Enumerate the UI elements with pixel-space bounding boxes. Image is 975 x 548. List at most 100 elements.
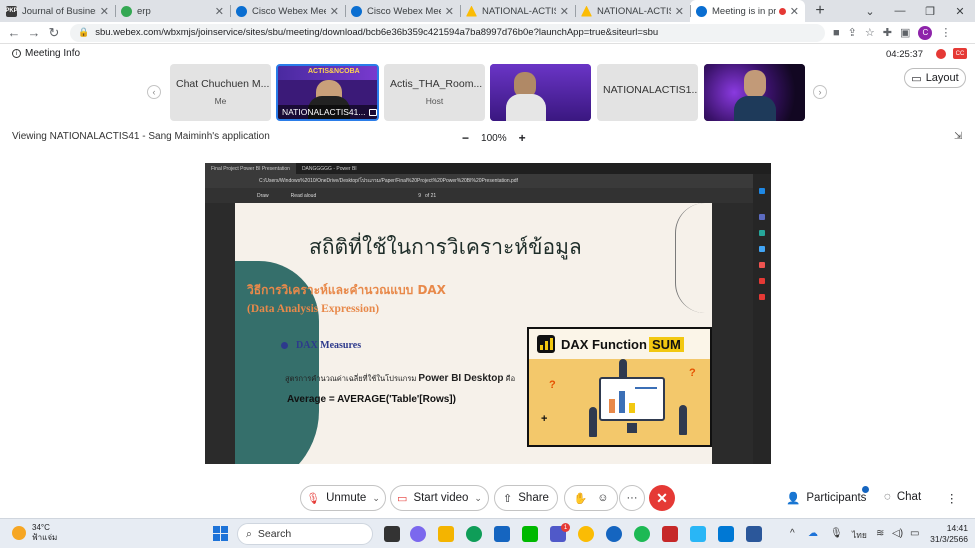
battery-icon[interactable]: ▭ <box>910 528 919 539</box>
slide-subtitle-en: (Data Analysis Expression) <box>247 303 380 315</box>
participants-button[interactable]: 👤 Participants <box>786 491 866 505</box>
browser-tab-active[interactable]: Meeting is in pro ✕ <box>690 0 805 22</box>
close-icon[interactable]: ✕ <box>560 5 569 18</box>
camera-icon[interactable]: ■ <box>833 27 840 39</box>
chat-button[interactable]: ◌ Chat <box>884 491 921 503</box>
microphone-icon[interactable]: 🎙 <box>830 528 843 539</box>
zoom-level: 100% <box>481 132 507 144</box>
tab-title: Journal of Business Ad <box>22 5 96 17</box>
language-indicator[interactable]: ไทย <box>852 528 867 542</box>
volume-icon[interactable]: ◁) <box>892 528 903 539</box>
close-icon[interactable]: ✕ <box>330 5 339 18</box>
extensions-icon[interactable]: ✚ <box>883 26 892 39</box>
mic-muted-icon: 🎙 <box>306 492 321 505</box>
more-options-button[interactable]: ··· <box>619 485 645 511</box>
person-silhouette <box>744 70 766 98</box>
app-icon[interactable] <box>690 526 706 542</box>
chat-label: Chat <box>896 491 922 503</box>
shared-address-bar: C:/Users/Windows%2010/OneDrive/Desktop/โ… <box>205 174 771 188</box>
tray-overflow-icon[interactable]: ^ <box>790 528 795 539</box>
raise-hand-icon[interactable]: ✋ <box>574 492 588 505</box>
share-button[interactable]: ⇧ Share <box>494 485 558 511</box>
chevron-down-icon[interactable]: ⌄ <box>474 493 482 504</box>
new-tab-button[interactable]: + <box>809 0 831 22</box>
browser-tab[interactable]: erp ✕ <box>115 0 230 22</box>
participant-tile[interactable] <box>490 64 591 121</box>
menu-icon[interactable]: ⋮ <box>940 26 951 39</box>
store-icon[interactable] <box>494 526 510 542</box>
chat-app-icon[interactable] <box>410 526 426 542</box>
spotify-icon[interactable] <box>634 526 650 542</box>
shared-screen[interactable]: Final Project Power BI Presentation DANG… <box>205 163 771 464</box>
browser-tab[interactable]: Cisco Webex Meeting ✕ <box>345 0 460 22</box>
reload-icon[interactable]: ↻ <box>44 25 64 41</box>
sidepanel-icon[interactable]: ▣ <box>900 26 910 39</box>
browser-tab[interactable]: Cisco Webex Meeting ✕ <box>230 0 345 22</box>
zoom-icon[interactable] <box>606 526 622 542</box>
line-icon[interactable] <box>522 526 538 542</box>
start-video-button[interactable]: ▭ Start video ⌄ <box>390 485 489 511</box>
shared-browser-tabs: Final Project Power BI Presentation DANG… <box>205 163 771 174</box>
browser-tab[interactable]: PKP Journal of Business Ad ✕ <box>0 0 115 22</box>
close-icon[interactable]: ✕ <box>445 5 454 18</box>
tab-search-icon[interactable]: ⌄ <box>855 0 885 22</box>
reactions-icon[interactable]: ☺ <box>597 492 608 504</box>
participant-tile-active-speaker[interactable]: ACTIS&NCOBA NATIONALACTIS41... <box>276 64 379 121</box>
file-explorer-icon[interactable] <box>438 526 454 542</box>
unmute-button[interactable]: 🎙 Unmute ⌄ <box>300 485 386 511</box>
onedrive-icon[interactable]: ☁ <box>808 528 818 539</box>
minimize-icon[interactable]: — <box>885 0 915 22</box>
pkp-icon: PKP <box>5 5 18 17</box>
meeting-info[interactable]: i Meeting Info <box>12 48 80 59</box>
wifi-icon[interactable]: ≋ <box>876 528 884 539</box>
viewing-status: Viewing NATIONALACTIS41 - Sang Maiminh's… <box>12 131 270 142</box>
close-icon[interactable]: ✕ <box>675 5 684 18</box>
mail-icon[interactable] <box>718 526 734 542</box>
app-icon[interactable] <box>662 526 678 542</box>
task-view-icon[interactable] <box>384 526 400 542</box>
participant-tile[interactable]: Chat Chuchuen M... Me <box>170 64 271 121</box>
participant-tile[interactable] <box>704 64 805 121</box>
restore-icon[interactable]: ❐ <box>915 0 945 22</box>
chevron-down-icon[interactable]: ⌄ <box>372 493 380 504</box>
unmute-label: Unmute <box>326 492 367 504</box>
scroll-left-icon[interactable]: ‹ <box>147 85 161 99</box>
scroll-right-icon[interactable]: › <box>813 85 827 99</box>
word-icon[interactable] <box>746 526 762 542</box>
zoom-in-button[interactable]: + <box>519 131 526 145</box>
layout-button[interactable]: ▭ Layout <box>904 68 966 88</box>
captions-icon[interactable]: CC <box>953 48 967 59</box>
back-icon[interactable]: ← <box>4 25 24 40</box>
star-icon[interactable]: ☆ <box>865 26 875 39</box>
close-icon[interactable]: ✕ <box>100 5 109 18</box>
leave-meeting-button[interactable]: ✕ <box>649 485 675 511</box>
reactions-group: ✋ ☺ <box>564 485 618 511</box>
person-shoulders <box>734 96 776 121</box>
expand-icon[interactable]: ⇲ <box>954 131 962 142</box>
slide-decor-leaf <box>675 203 712 313</box>
close-window-icon[interactable]: ✕ <box>945 0 975 22</box>
forward-icon[interactable]: → <box>24 25 44 40</box>
zoom-out-button[interactable]: − <box>462 131 469 145</box>
close-icon[interactable]: ✕ <box>215 5 224 18</box>
browser-tab[interactable]: NATIONAL-ACTIS - G ✕ <box>575 0 690 22</box>
clock[interactable]: 14:41 31/3/2566 <box>924 523 968 545</box>
edge-icon[interactable] <box>466 526 482 542</box>
chrome-icon[interactable] <box>578 526 594 542</box>
windows-start-icon[interactable] <box>213 526 228 541</box>
thumb-logo-text: ACTIS&NCOBA <box>308 68 360 75</box>
share-icon[interactable]: ⇪ <box>848 26 857 39</box>
weather-icon <box>12 526 26 540</box>
taskbar-search[interactable]: ⌕ Search <box>237 523 373 545</box>
close-icon[interactable]: ✕ <box>790 5 799 18</box>
participant-tile[interactable]: Actis_THA_Room... Host <box>384 64 485 121</box>
url-field[interactable]: 🔒 sbu.webex.com/wbxmjs/joinservice/sites… <box>70 23 825 42</box>
participant-tile[interactable]: NATIONALACTIS1... <box>597 64 698 121</box>
participant-name: NATIONALACTIS1... <box>603 84 698 96</box>
lock-icon: 🔒 <box>78 27 90 37</box>
more-icon[interactable]: ⋮ <box>946 491 958 505</box>
notification-dot <box>862 486 869 493</box>
weather-widget[interactable]: 34°C ฟ้าแจ่ม <box>12 523 57 543</box>
browser-tab[interactable]: NATIONAL-ACTIS - G ✕ <box>460 0 575 22</box>
profile-avatar[interactable]: C <box>918 25 933 40</box>
